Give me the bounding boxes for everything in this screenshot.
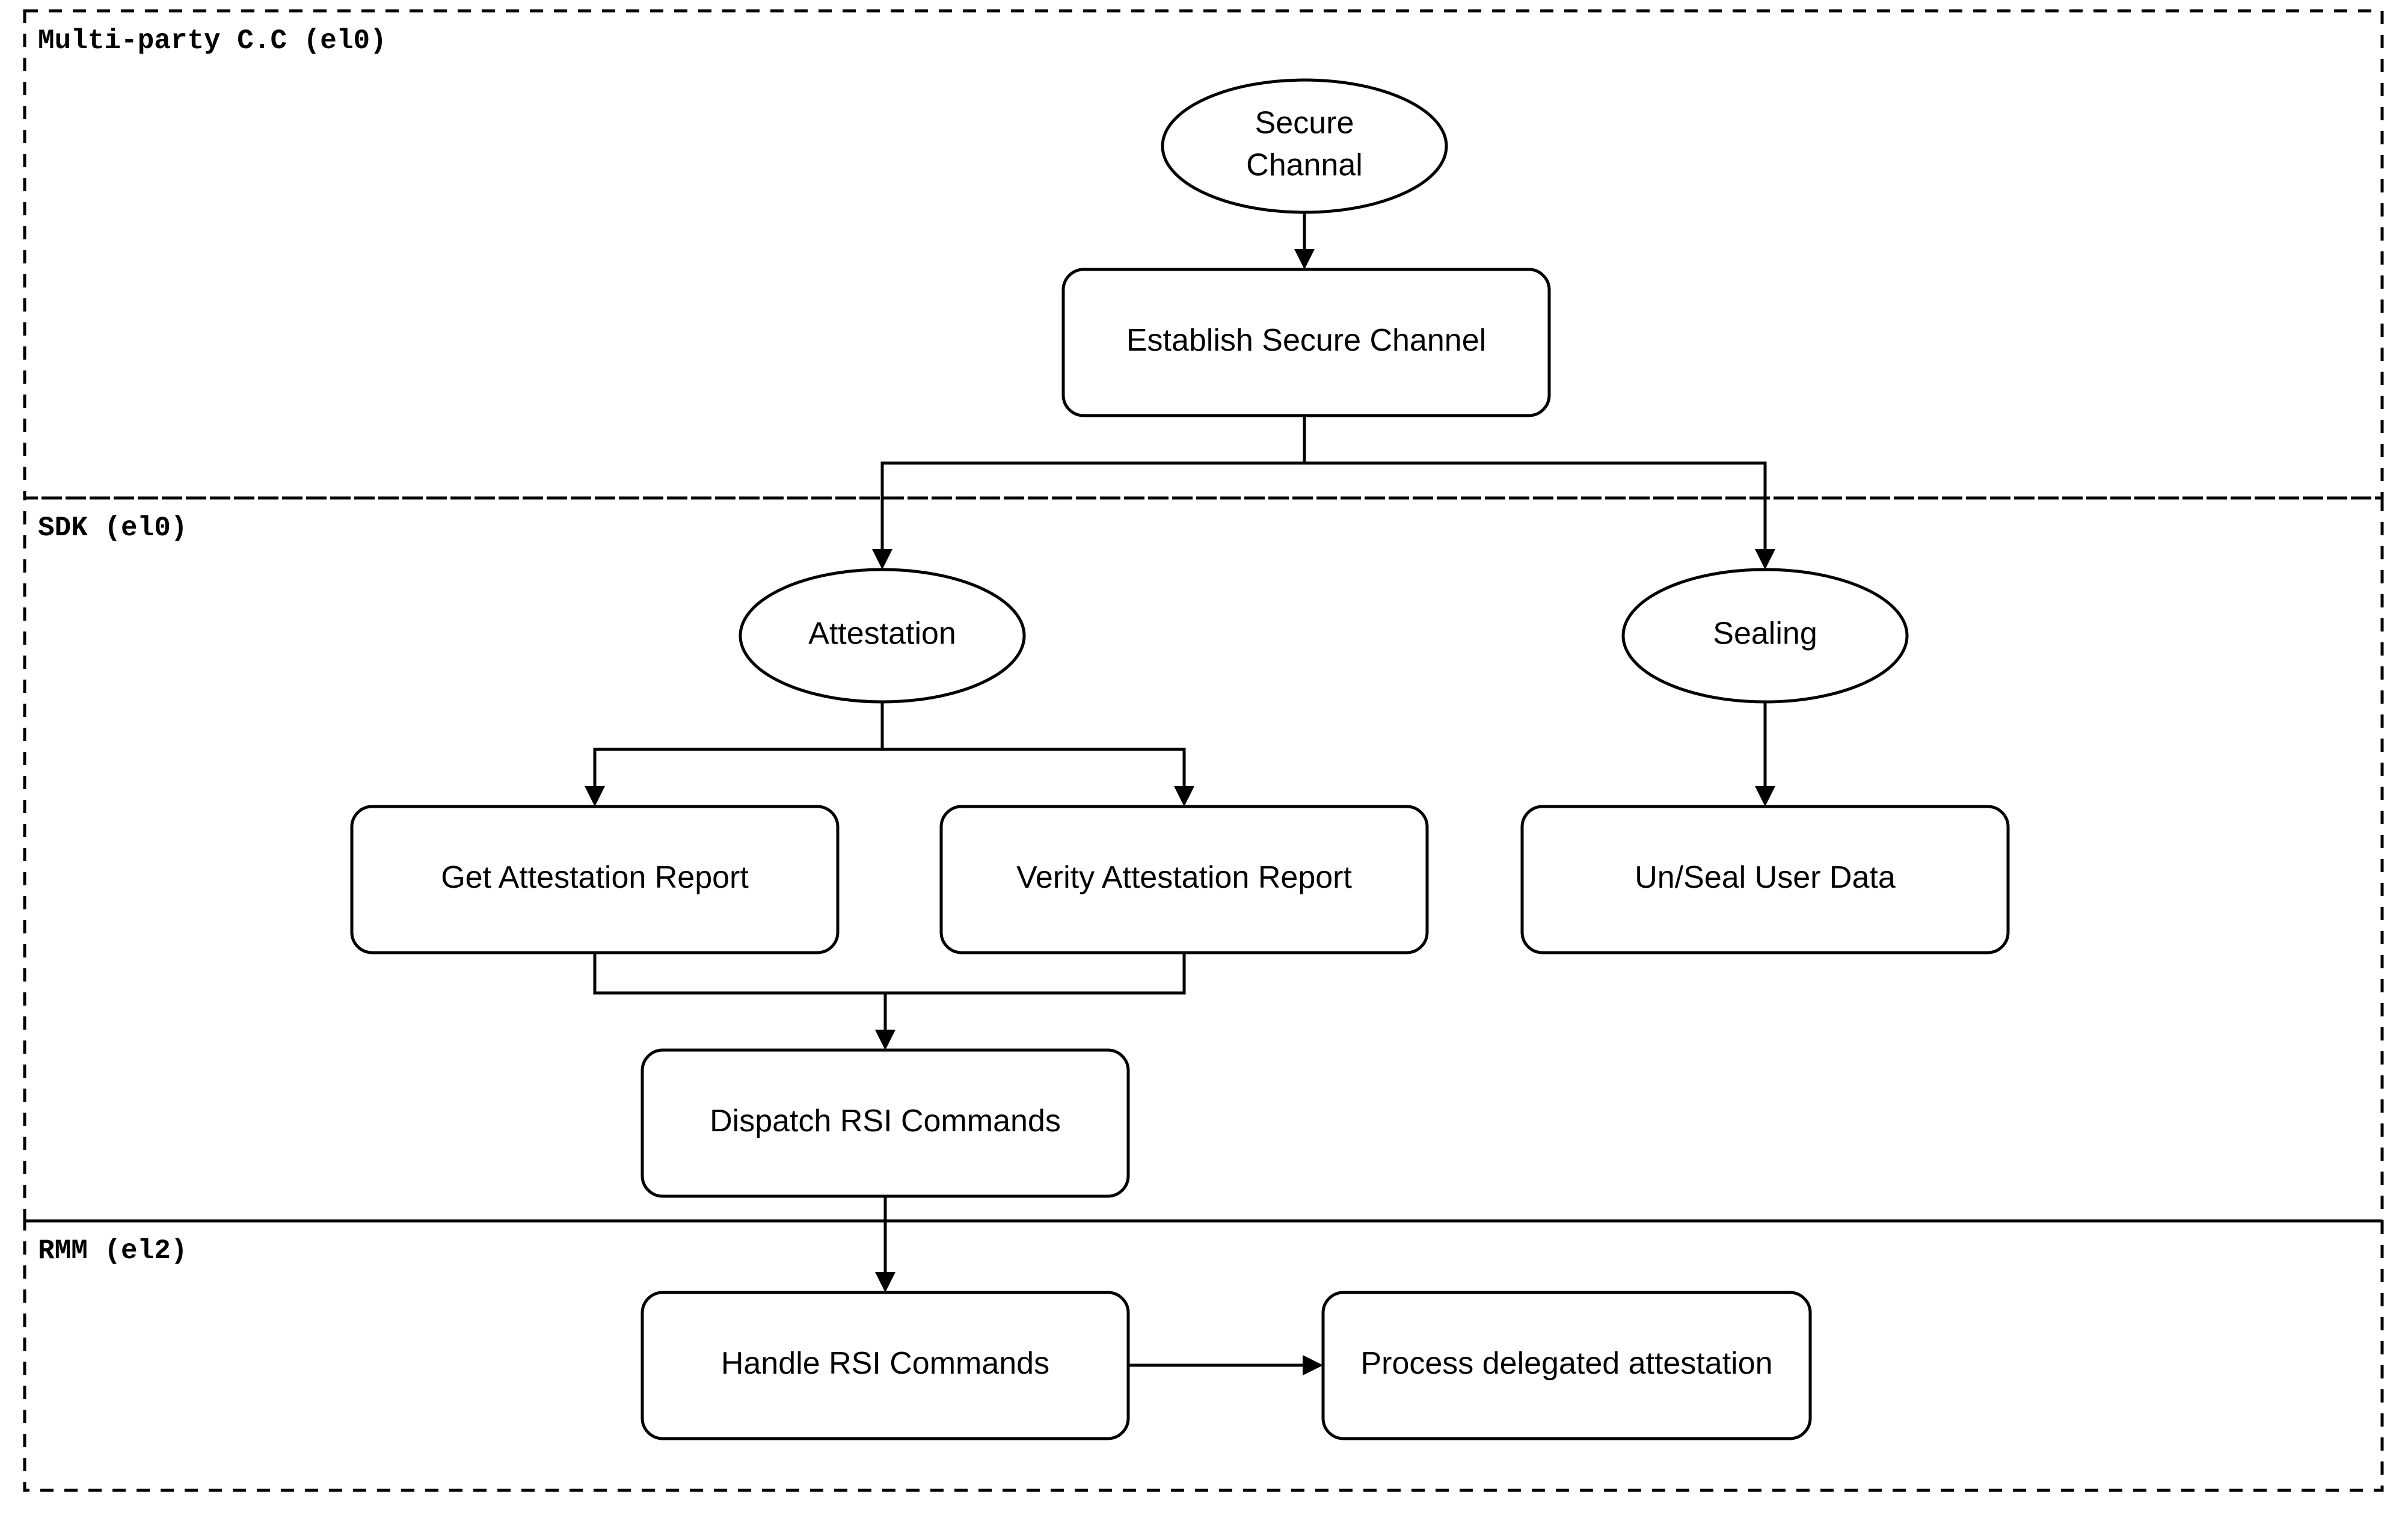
edge-establish-secure-channel-to-sealing [1303, 416, 1775, 570]
node-sealing[interactable]: Sealing [1621, 568, 1909, 704]
node-label: Verity Attestation Report [1016, 860, 1352, 895]
edge-verity-attestation-report-to-dispatch-rsi-commands [875, 953, 1186, 1050]
edge-line [883, 953, 1186, 1040]
group-multiparty: Multi-party C.C (el0) [23, 9, 2384, 500]
node-label: Channal [1246, 148, 1363, 183]
edge-line [1303, 416, 1767, 560]
nodes-layer: Secure Channal Establish Secure Channel Att… [350, 78, 2010, 1440]
edge-handle-rsi-commands-to-process-delegated-attestation [1128, 1355, 1323, 1375]
arrow-head-icon [1294, 249, 1315, 269]
edge-line [880, 416, 1306, 560]
node-label: Secure [1255, 106, 1354, 141]
diagram-canvas: Multi-party C.C (el0) SDK (el0) RMM (el2… [0, 0, 2408, 1518]
group-label-multiparty: Multi-party C.C (el0) [38, 25, 387, 57]
node-dispatch-rsi-commands[interactable]: Dispatch RSI Commands [640, 1048, 1130, 1198]
node-process-delegated-attestation[interactable]: Process delegated attestation [1321, 1291, 1812, 1440]
node-establish-secure-channel[interactable]: Establish Secure Channel [1061, 268, 1551, 417]
edge-secure-channal-to-establish-secure-channel [1294, 212, 1315, 269]
node-label: Un/Seal User Data [1635, 860, 1896, 895]
node-label: Attestation [808, 616, 956, 651]
edge-line [880, 702, 1186, 797]
group-label-sdk: SDK (el0) [38, 512, 187, 544]
arrow-head-icon [872, 549, 892, 570]
arrow-head-icon [1755, 549, 1775, 570]
node-shape-ellipse[interactable] [1161, 78, 1448, 214]
node-verity-attestation-report[interactable]: Verity Attestation Report [939, 805, 1429, 954]
edge-sealing-to-un-seal-user-data [1755, 702, 1775, 807]
arrow-head-icon [1755, 786, 1775, 807]
edge-attestation-to-verity-attestation-report [880, 702, 1194, 807]
node-label: Handle RSI Commands [721, 1346, 1049, 1381]
node-label: Process delegated attestation [1360, 1346, 1772, 1381]
node-attestation[interactable]: Attestation [739, 568, 1026, 704]
edge-dispatch-rsi-commands-to-handle-rsi-commands [875, 1196, 895, 1292]
group-label-rmm: RMM (el2) [38, 1235, 187, 1267]
edge-establish-secure-channel-to-attestation [872, 416, 1306, 570]
group-rmm: RMM (el2) [23, 1219, 2384, 1492]
arrow-head-icon [585, 786, 605, 807]
group-frame-multiparty [23, 9, 2384, 500]
edge-line [593, 702, 884, 797]
arrow-head-icon [1174, 786, 1194, 807]
node-un-seal-user-data[interactable]: Un/Seal User Data [1520, 805, 2010, 954]
flowchart-svg: Multi-party C.C (el0) SDK (el0) RMM (el2… [23, 9, 2384, 1492]
arrow-head-icon [875, 1030, 895, 1050]
node-get-attestation-report[interactable]: Get Attestation Report [350, 805, 840, 954]
arrow-head-icon [1303, 1355, 1323, 1375]
node-label: Get Attestation Report [441, 860, 749, 895]
node-handle-rsi-commands[interactable]: Handle RSI Commands [640, 1291, 1130, 1440]
group-frame-rmm [23, 1219, 2384, 1492]
edge-attestation-to-get-attestation-report [585, 702, 884, 807]
node-secure-channal[interactable]: Secure Channal [1161, 78, 1448, 214]
node-label: Sealing [1713, 616, 1817, 651]
edge-line [593, 953, 887, 1040]
node-label: Establish Secure Channel [1126, 323, 1486, 358]
arrow-head-icon [875, 1272, 895, 1292]
node-label: Dispatch RSI Commands [710, 1104, 1061, 1138]
edge-get-attestation-report-to-dispatch-rsi-commands [593, 953, 895, 1050]
group-frames: Multi-party C.C (el0) SDK (el0) RMM (el2… [23, 9, 2384, 1492]
